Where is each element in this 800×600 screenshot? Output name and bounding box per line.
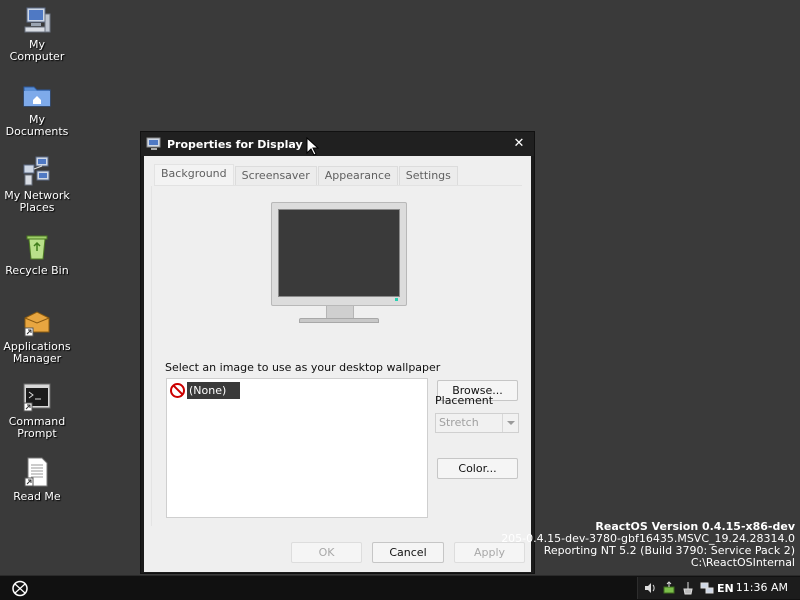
color-button-label: Color... [458, 462, 497, 475]
display-properties-window: Properties for Display ✕ Background Scre… [140, 131, 535, 574]
icon-label: Documents [5, 125, 69, 138]
desktop-icon-applications-manager[interactable]: Applications Manager [0, 306, 74, 365]
clean-up-icon[interactable] [680, 581, 695, 596]
wallpaper-prompt-label: Select an image to use as your desktop w… [165, 361, 441, 374]
path-line: C:\ReactOSInternal [690, 556, 795, 569]
wallpaper-list-item[interactable]: (None) [170, 382, 241, 399]
recycle-bin-icon [21, 230, 53, 262]
computer-icon [21, 4, 53, 36]
window-client-area: Background Screensaver Appearance Settin… [144, 156, 531, 572]
display-icon [146, 137, 162, 151]
tab-strip: Background Screensaver Appearance Settin… [154, 164, 459, 185]
clock[interactable]: 11:36 AM [736, 581, 788, 594]
placement-value: Stretch [439, 416, 479, 429]
wallpaper-item-label: (None) [187, 382, 241, 399]
monitor-screen-preview [278, 209, 400, 297]
icon-label: Manager [12, 352, 62, 365]
tab-settings[interactable]: Settings [398, 166, 458, 185]
placement-label: Placement [435, 394, 494, 407]
ok-button[interactable]: OK [291, 542, 362, 563]
tab-appearance[interactable]: Appearance [317, 166, 398, 185]
wallpaper-list[interactable]: (None) [166, 378, 428, 518]
applications-manager-icon [21, 306, 53, 338]
read-me-icon [21, 456, 53, 488]
window-titlebar[interactable]: Properties for Display ✕ [141, 132, 534, 156]
color-button[interactable]: Color... [437, 458, 518, 479]
cancel-button-label: Cancel [389, 546, 427, 559]
monitor-stand-base [299, 318, 379, 323]
volume-icon[interactable] [642, 581, 657, 596]
desktop-icon-recycle-bin[interactable]: Recycle Bin [0, 230, 74, 277]
close-icon[interactable]: ✕ [512, 137, 526, 151]
network-connection-icon[interactable] [699, 581, 714, 596]
reactos-logo-icon [12, 580, 28, 597]
none-prohibited-icon [170, 383, 185, 398]
start-button[interactable] [9, 579, 31, 598]
icon-label: Recycle Bin [5, 264, 69, 277]
window-title: Properties for Display [167, 137, 303, 151]
tab-background[interactable]: Background [154, 164, 234, 185]
system-tray: EN 11:36 AM [637, 577, 800, 599]
documents-folder-icon [21, 79, 53, 111]
mouse-pointer-icon [306, 136, 320, 157]
monitor-power-led [395, 298, 398, 301]
desktop-icon-my-computer[interactable]: My Computer [0, 4, 74, 63]
safely-remove-hardware-icon[interactable] [661, 580, 676, 596]
desktop-icon-read-me[interactable]: Read Me [0, 456, 74, 503]
command-prompt-icon [21, 381, 53, 413]
network-places-icon [21, 155, 53, 187]
input-language-indicator[interactable]: EN [717, 582, 734, 595]
icon-label: Read Me [13, 490, 61, 503]
taskbar: EN 11:36 AM [0, 575, 800, 600]
icon-label: Places [19, 201, 55, 214]
cancel-button[interactable]: Cancel [372, 542, 444, 563]
icon-label: Computer [9, 50, 65, 63]
icon-label: Prompt [17, 427, 57, 440]
chevron-down-icon[interactable] [502, 414, 518, 432]
tab-screensaver[interactable]: Screensaver [234, 166, 317, 185]
version-info: ReactOS Version 0.4.15-x86-dev 205-0.4.1… [501, 521, 795, 569]
ok-button-label: OK [318, 546, 335, 559]
desktop-icon-my-documents[interactable]: My Documents [0, 79, 74, 138]
desktop-icon-command-prompt[interactable]: Command Prompt [0, 381, 74, 440]
placement-select[interactable]: Stretch [435, 413, 519, 433]
desktop-icon-network-places[interactable]: My Network Places [0, 155, 74, 214]
monitor-preview [271, 202, 407, 306]
